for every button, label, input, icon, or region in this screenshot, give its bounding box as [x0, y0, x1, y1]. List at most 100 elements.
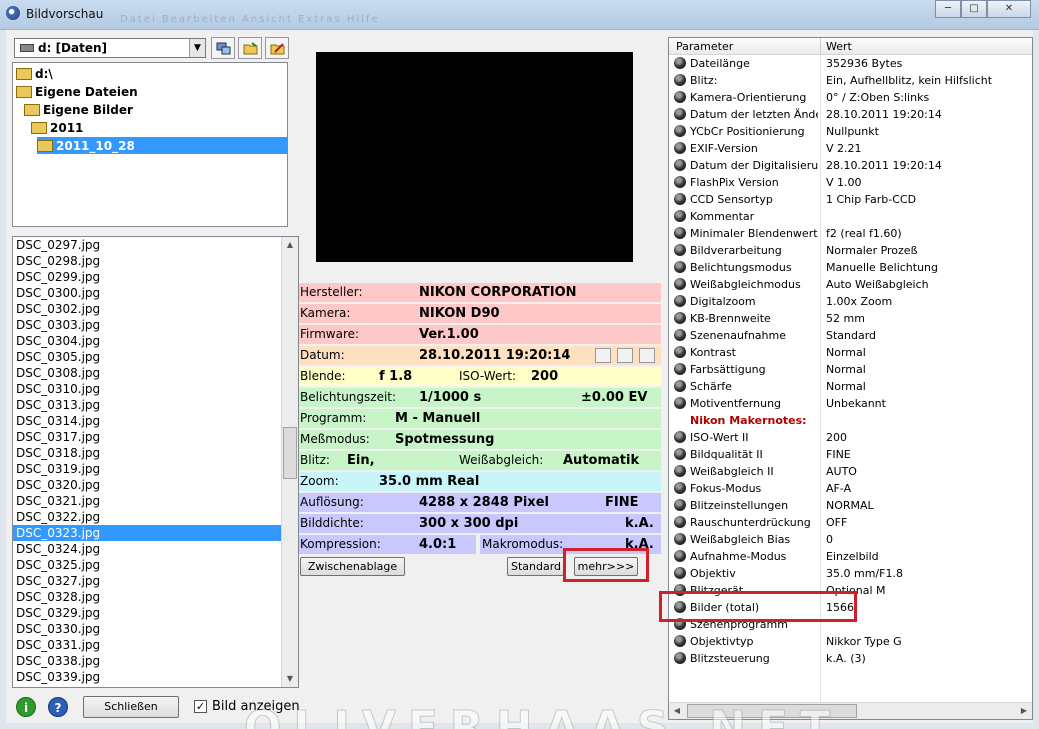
grid-row[interactable]: Kommentar	[669, 208, 1032, 225]
grid-row[interactable]: Bildverarbeitung Normaler Prozeß	[669, 242, 1032, 259]
grid-row[interactable]: Minimaler Blendenwert f2 (real f1.60)	[669, 225, 1032, 242]
grid-row[interactable]: Weißabgleichmodus Auto Weißabgleich	[669, 276, 1032, 293]
grid-row[interactable]: Objektiv 35.0 mm/F1.8	[669, 565, 1032, 582]
camera-property-icon	[674, 550, 686, 562]
grid-row[interactable]: Datum der Digitalisierung 28.10.2011 19:2…	[669, 157, 1032, 174]
file-item[interactable]: DSC_0329.jpg	[13, 605, 298, 621]
scroll-right-icon[interactable]: ▶	[1016, 703, 1032, 719]
grid-row[interactable]: Weißabgleich II AUTO	[669, 463, 1032, 480]
file-item[interactable]: DSC_0310.jpg	[13, 381, 298, 397]
grid-row[interactable]: Blitzeinstellungen NORMAL	[669, 497, 1032, 514]
file-item[interactable]: DSC_0321.jpg	[13, 493, 298, 509]
file-item[interactable]: DSC_0320.jpg	[13, 477, 298, 493]
scroll-up-icon[interactable]: ▲	[282, 237, 298, 253]
help-button[interactable]: ?	[48, 697, 68, 717]
file-item[interactable]: DSC_0303.jpg	[13, 317, 298, 333]
file-item[interactable]: DSC_0330.jpg	[13, 621, 298, 637]
open-folder-button[interactable]	[238, 37, 262, 59]
file-item[interactable]: DSC_0319.jpg	[13, 461, 298, 477]
tree-item-2011[interactable]: 2011	[31, 119, 276, 136]
grid-row[interactable]: Blitz: Ein, Aufhellblitz, kein Hilfslicht	[669, 72, 1032, 89]
show-image-checkbox[interactable]: ✓	[194, 700, 207, 713]
grid-row[interactable]: Kontrast Normal	[669, 344, 1032, 361]
chevron-down-icon[interactable]: ▼	[189, 39, 205, 57]
grid-param-value: Auto Weißabgleich	[826, 278, 929, 291]
column-header-wert[interactable]: Wert	[826, 40, 852, 53]
grid-row[interactable]: Rauschunterdrückung OFF	[669, 514, 1032, 531]
scroll-thumb[interactable]	[283, 427, 297, 479]
file-list[interactable]: DSC_0297.jpg DSC_0298.jpg DSC_0299.jpg DSC_…	[12, 236, 299, 688]
folder-icon[interactable]	[595, 348, 611, 363]
set-date-icon[interactable]	[617, 348, 633, 363]
tree-item-root[interactable]: d:\	[16, 65, 276, 82]
edit-date-icon[interactable]	[639, 348, 655, 363]
tree-item-eigene-dateien[interactable]: Eigene Dateien	[16, 83, 276, 100]
file-item[interactable]: DSC_0338.jpg	[13, 653, 298, 669]
file-item[interactable]: DSC_0299.jpg	[13, 269, 298, 285]
grid-row[interactable]: Bildqualität II FINE	[669, 446, 1032, 463]
file-item[interactable]: DSC_0322.jpg	[13, 509, 298, 525]
info-button[interactable]: i	[16, 697, 36, 717]
grid-row[interactable]: Belichtungsmodus Manuelle Belichtung	[669, 259, 1032, 276]
grid-row[interactable]: ISO-Wert II 200	[669, 429, 1032, 446]
file-list-scrollbar[interactable]: ▲ ▼	[281, 237, 298, 687]
file-item[interactable]: DSC_0298.jpg	[13, 253, 298, 269]
grid-row[interactable]: Dateilänge 352936 Bytes	[669, 55, 1032, 72]
grid-row[interactable]: Datum der letzten Änder... 28.10.2011 19:…	[669, 106, 1032, 123]
grid-row[interactable]: CCD Sensortyp 1 Chip Farb-CCD	[669, 191, 1032, 208]
standard-button[interactable]: Standard	[507, 557, 565, 576]
grid-row[interactable]: Digitalzoom 1.00x Zoom	[669, 293, 1032, 310]
file-item[interactable]: DSC_0304.jpg	[13, 333, 298, 349]
file-item[interactable]: DSC_0313.jpg	[13, 397, 298, 413]
file-item[interactable]: DSC_0317.jpg	[13, 429, 298, 445]
file-item[interactable]: DSC_0300.jpg	[13, 285, 298, 301]
file-item[interactable]: DSC_0327.jpg	[13, 573, 298, 589]
folder-tree[interactable]: d:\ Eigene Dateien Eigene Bilder 2011 20…	[12, 62, 288, 227]
row-belichtung: Belichtungszeit: 1/1000 s ±0.00 EV	[299, 388, 661, 407]
network-drive-button[interactable]	[211, 37, 235, 59]
grid-row[interactable]: YCbCr Positionierung Nullpunkt	[669, 123, 1032, 140]
minimize-button[interactable]: ─	[935, 0, 961, 18]
grid-row[interactable]: Szenenaufnahme Standard	[669, 327, 1032, 344]
file-item[interactable]: DSC_0325.jpg	[13, 557, 298, 573]
grid-param-name: Weißabgleichmodus	[690, 278, 801, 291]
camera-property-icon	[674, 176, 686, 188]
drive-select[interactable]: d: [Daten] ▼	[14, 38, 206, 58]
grid-row[interactable]: Farbsättigung Normal	[669, 361, 1032, 378]
file-item[interactable]: DSC_0308.jpg	[13, 365, 298, 381]
grid-row[interactable]: Schärfe Normal	[669, 378, 1032, 395]
highlight-box-bilder-total	[659, 591, 857, 622]
close-button[interactable]: Schließen	[83, 696, 179, 718]
file-item[interactable]: DSC_0305.jpg	[13, 349, 298, 365]
grid-row[interactable]: Fokus-Modus AF-A	[669, 480, 1032, 497]
tree-item-2011-10-28[interactable]: 2011_10_28	[37, 137, 287, 154]
file-item[interactable]: DSC_0324.jpg	[13, 541, 298, 557]
grid-row[interactable]: Nikon Makernotes:	[669, 412, 1032, 429]
app-icon	[6, 6, 20, 20]
grid-row[interactable]: Objektivtyp Nikkor Type G	[669, 633, 1032, 650]
scroll-down-icon[interactable]: ▼	[282, 671, 298, 687]
grid-row[interactable]: Kamera-Orientierung 0° / Z:Oben S:links	[669, 89, 1032, 106]
grid-row[interactable]: Weißabgleich Bias 0	[669, 531, 1032, 548]
edit-folder-button[interactable]	[265, 37, 289, 59]
close-window-button[interactable]: ✕	[987, 0, 1031, 18]
file-item[interactable]: DSC_0302.jpg	[13, 301, 298, 317]
clipboard-button[interactable]: Zwischenablage	[300, 557, 405, 576]
maximize-button[interactable]: □	[961, 0, 987, 18]
file-item[interactable]: DSC_0339.jpg	[13, 669, 298, 685]
file-item[interactable]: DSC_0328.jpg	[13, 589, 298, 605]
grid-row[interactable]: EXIF-Version V 2.21	[669, 140, 1032, 157]
file-item[interactable]: DSC_0314.jpg	[13, 413, 298, 429]
grid-row[interactable]: FlashPix Version V 1.00	[669, 174, 1032, 191]
column-header-parameter[interactable]: Parameter	[676, 40, 733, 53]
tree-item-eigene-bilder[interactable]: Eigene Bilder	[24, 101, 276, 118]
grid-row[interactable]: Motiventfernung Unbekannt	[669, 395, 1032, 412]
grid-param-name: Fokus-Modus	[690, 482, 762, 495]
grid-row[interactable]: KB-Brennweite 52 mm	[669, 310, 1032, 327]
grid-row[interactable]: Aufnahme-Modus Einzelbild	[669, 548, 1032, 565]
file-item[interactable]: DSC_0323.jpg	[13, 525, 298, 541]
file-item[interactable]: DSC_0318.jpg	[13, 445, 298, 461]
grid-row[interactable]: Blitzsteuerung k.A. (3)	[669, 650, 1032, 667]
file-item[interactable]: DSC_0331.jpg	[13, 637, 298, 653]
file-item[interactable]: DSC_0297.jpg	[13, 237, 298, 253]
